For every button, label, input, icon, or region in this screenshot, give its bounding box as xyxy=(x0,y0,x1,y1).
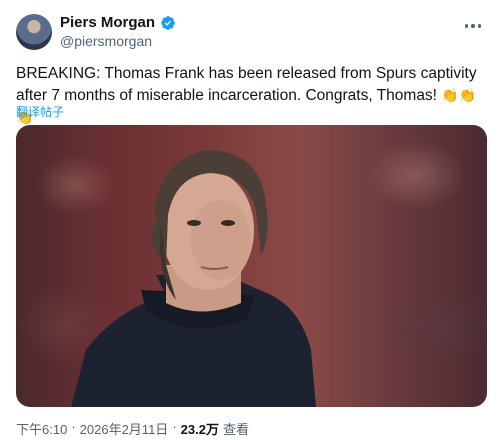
translate-post-link[interactable]: 翻译帖子 xyxy=(16,103,64,120)
person-photo xyxy=(71,150,316,407)
views-label: 查看 xyxy=(222,422,249,437)
tweet-date[interactable]: 2026年2月11日 xyxy=(80,419,169,438)
verified-badge-icon xyxy=(161,15,175,30)
tweet-header: Piers Morgan @piersmorgan xyxy=(16,14,484,54)
author-name-row: Piers Morgan xyxy=(60,14,176,31)
more-options-icon[interactable] xyxy=(462,18,484,34)
tweet-media-photo[interactable] xyxy=(16,125,487,407)
separator: · xyxy=(172,419,177,434)
tweet-time[interactable]: 下午6:10 xyxy=(16,419,67,438)
separator: · xyxy=(71,419,76,434)
tweet-metadata: 下午6:10 · 2026年2月11日 · 23.2万 查看 xyxy=(16,419,249,438)
tweet-text: BREAKING: Thomas Frank has been released… xyxy=(16,63,486,129)
tweet-body: BREAKING: Thomas Frank has been released… xyxy=(16,65,477,104)
author-display-name[interactable]: Piers Morgan xyxy=(60,14,155,31)
author-handle[interactable]: @piersmorgan xyxy=(60,33,152,49)
avatar[interactable] xyxy=(16,14,52,50)
views-count: 23.2万 xyxy=(180,422,219,437)
